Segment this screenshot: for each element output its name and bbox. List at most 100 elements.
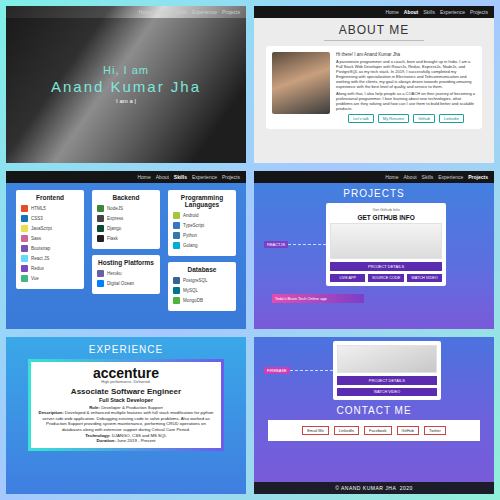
- skill-label: HTML5: [31, 206, 46, 211]
- skill-label: CSS3: [31, 216, 43, 221]
- skill-label: MySQL: [183, 288, 198, 293]
- skill-label: PostgreSQL: [183, 278, 208, 283]
- nav-item[interactable]: Projects: [222, 174, 240, 180]
- nav-item[interactable]: Experience: [192, 174, 217, 180]
- about-screen: HomeAboutSkillsExperienceProjectsABOUT M…: [254, 6, 494, 163]
- link-row: LIVE APPSOURCE CODE WATCH VIDEO: [330, 274, 442, 282]
- project-screenshot: [330, 223, 442, 259]
- skill-column: FrontendHTML5CSS3JavaScriptSassBootstrap…: [16, 190, 84, 311]
- contact-button[interactable]: LinkedIn: [334, 426, 359, 435]
- nav-item[interactable]: Home: [385, 9, 398, 15]
- link-button[interactable]: Github: [413, 114, 435, 123]
- skill-label: MongoDB: [183, 298, 203, 303]
- skill-label: TypeScript: [183, 223, 204, 228]
- skill-logo-icon: [173, 297, 180, 304]
- nav-item[interactable]: Projects: [470, 9, 488, 15]
- nav-item[interactable]: About: [404, 9, 418, 15]
- nav-item[interactable]: About: [156, 174, 169, 180]
- skill-columns: FrontendHTML5CSS3JavaScriptSassBootstrap…: [6, 183, 246, 318]
- name: Anand Kumar Jha: [51, 78, 201, 95]
- skill-item: Digital Ocean: [97, 280, 155, 287]
- contact-panel: Email Me LinkedIn Facebook GitHub Twitter: [268, 420, 480, 441]
- job-detail: Description: Developed & enhanced multip…: [37, 410, 215, 432]
- nav-item[interactable]: Skills: [422, 174, 434, 180]
- skill-card: Database PostgreSQL MySQL MongoDB: [168, 262, 236, 311]
- details-button[interactable]: PROJECT DETAILS: [330, 262, 442, 271]
- skill-logo-icon: [173, 277, 180, 284]
- nav-item[interactable]: Experience: [438, 174, 463, 180]
- nav-item[interactable]: About: [157, 9, 170, 15]
- section-title: EXPERIENCE: [6, 337, 246, 359]
- project-link[interactable]: WATCH VIDEO: [407, 274, 442, 282]
- skill-item: JavaScript: [21, 225, 79, 232]
- job-detail: Role: Developer & Production Support: [37, 405, 215, 411]
- skill-item: Vue: [21, 275, 79, 282]
- contact-button[interactable]: Twitter: [424, 426, 446, 435]
- link-button[interactable]: My Resume: [378, 114, 409, 123]
- hero-text: Hi, I am Anand Kumar Jha I am a |: [6, 18, 246, 163]
- skill-logo-icon: [173, 232, 180, 239]
- projects-screen: Home About Skills Experience Projects PROJECT…: [254, 171, 494, 328]
- skill-item: Bootstrap: [21, 245, 79, 252]
- skill-label: Golang: [183, 243, 198, 248]
- skill-item: Redux: [21, 265, 79, 272]
- skill-logo-icon: [21, 265, 28, 272]
- skill-item: TypeScript: [173, 222, 231, 229]
- nav-bar: Home About Skills Experience Projects: [6, 171, 246, 183]
- greeting: Hi, I am: [103, 64, 149, 76]
- project-name: GET GITHUB INFO: [330, 214, 442, 221]
- skill-card-title: Programming Languages: [173, 194, 231, 208]
- project-link[interactable]: LIVE APP: [330, 274, 365, 282]
- nav-item[interactable]: Skills: [423, 9, 435, 15]
- skill-logo-icon: [97, 215, 104, 222]
- nav-item[interactable]: Home: [385, 174, 398, 180]
- nav-item[interactable]: About: [404, 174, 417, 180]
- skill-item: NodeJS: [97, 205, 155, 212]
- link-button[interactable]: Let's talk: [348, 114, 374, 123]
- job-detail: Technology: DJANGO, CSS and MS SQL: [37, 433, 215, 439]
- skill-item: Flask: [97, 235, 155, 242]
- experience-card: accentureHigh performance. Delivered.Ass…: [28, 359, 224, 451]
- skill-logo-icon: [21, 215, 28, 222]
- nav-item[interactable]: Skills: [174, 174, 187, 180]
- project-link[interactable]: SOURCE CODE: [368, 274, 403, 282]
- skill-label: Android: [183, 213, 199, 218]
- skill-card: FrontendHTML5CSS3JavaScriptSassBootstrap…: [16, 190, 84, 289]
- nav-item[interactable]: Home: [139, 9, 152, 15]
- next-project-card: Todo's Brain Tech Online app: [272, 294, 364, 303]
- contact-button[interactable]: Facebook: [364, 426, 392, 435]
- timeline-line: [290, 370, 333, 371]
- contact-button[interactable]: GitHub: [397, 426, 419, 435]
- nav-item[interactable]: Skills: [175, 9, 187, 15]
- nav-item[interactable]: Home: [137, 174, 150, 180]
- skill-label: Sass: [31, 236, 41, 241]
- nav-item[interactable]: Experience: [440, 9, 465, 15]
- hero-screen: Home About Skills Experience Projects Hi, I a…: [6, 6, 246, 163]
- details-button[interactable]: PROJECT DETAILS: [337, 376, 437, 385]
- contact-button[interactable]: Email Me: [302, 426, 329, 435]
- skill-logo-icon: [21, 255, 28, 262]
- project-card: PROJECT DETAILS WATCH VIDEO: [333, 341, 441, 400]
- nav-item[interactable]: Experience: [192, 9, 217, 15]
- collage: Home About Skills Experience Projects Hi, I a…: [0, 0, 500, 500]
- link-button[interactable]: Linkedin: [439, 114, 464, 123]
- skill-logo-icon: [21, 205, 28, 212]
- project-link[interactable]: WATCH VIDEO: [337, 388, 437, 396]
- nav-bar: Home About Skills Experience Projects: [254, 171, 494, 183]
- skill-item: PostgreSQL: [173, 277, 231, 284]
- project-row: FIREBASEPROJECT DETAILSWATCH VIDEO: [254, 337, 494, 400]
- nav-item[interactable]: Projects: [468, 174, 488, 180]
- skill-item: MySQL: [173, 287, 231, 294]
- footer: © ANAND KUMAR JHA 2020: [254, 482, 494, 494]
- job-subtitle: Full Stack Developer: [37, 397, 215, 403]
- skill-label: Vue: [31, 276, 39, 281]
- nav-item[interactable]: Projects: [222, 9, 240, 15]
- skill-item: Android: [173, 212, 231, 219]
- skill-card-title: Hosting Platforms: [97, 259, 155, 266]
- skill-logo-icon: [173, 287, 180, 294]
- section-title: CONTACT ME: [254, 400, 494, 420]
- skill-logo-icon: [97, 270, 104, 277]
- skill-card-title: Database: [173, 266, 231, 273]
- tagline: I am a |: [116, 98, 136, 104]
- skill-item: Heroku: [97, 270, 155, 277]
